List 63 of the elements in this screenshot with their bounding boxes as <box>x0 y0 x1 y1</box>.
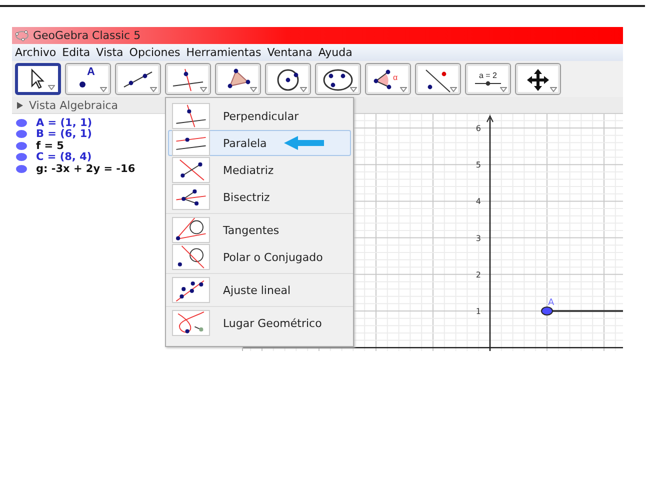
point-marker[interactable] <box>541 306 553 316</box>
pointer-arrow-icon <box>284 136 324 150</box>
menu-item[interactable]: Herramientas <box>186 46 262 59</box>
axis-tick-label: 4 <box>476 197 481 206</box>
tool-button[interactable] <box>315 63 361 95</box>
menu-item[interactable]: Edita <box>62 46 90 59</box>
caret-icon <box>200 87 207 92</box>
tool-button[interactable]: A <box>65 63 111 95</box>
angle-icon <box>373 68 393 90</box>
menu-item[interactable]: Ayuda <box>318 46 352 59</box>
tool-button[interactable] <box>115 63 161 95</box>
bisector-icon <box>172 157 210 183</box>
axis-tick-label: 1 <box>476 307 481 316</box>
tool-button[interactable]: α <box>365 63 411 95</box>
caret-icon <box>500 87 507 92</box>
visibility-dot[interactable] <box>16 164 27 173</box>
point-label: A <box>548 298 554 308</box>
caret-icon <box>48 85 55 90</box>
caret-icon <box>100 87 107 92</box>
algebra-entry[interactable]: B = (6, 1) <box>36 128 92 140</box>
caret-icon <box>250 87 257 92</box>
tool-button[interactable] <box>515 63 561 95</box>
caret-icon <box>450 87 457 92</box>
visibility-dot[interactable] <box>16 142 27 150</box>
point-caption: A <box>87 66 95 78</box>
algebra-entry[interactable]: f = 5 <box>36 140 64 152</box>
caret-icon <box>550 87 557 92</box>
tool-menu-item[interactable]: Paralela <box>168 130 351 156</box>
locus-curve-icon <box>172 310 210 336</box>
tool-button[interactable] <box>15 63 61 95</box>
axis-tick-label: 3 <box>476 234 481 243</box>
menu-item[interactable]: Archivo <box>15 46 56 59</box>
angle-bisector-icon <box>172 184 210 210</box>
visibility-dot[interactable] <box>16 130 27 138</box>
menu-item[interactable]: Vista <box>96 46 124 59</box>
axis-tick-label: 2 <box>476 270 481 280</box>
algebra-entry[interactable]: C = (8, 4) <box>36 151 92 164</box>
tool-button[interactable] <box>415 63 461 95</box>
caret-icon <box>400 87 407 92</box>
axis-tick-label: 5 <box>476 160 481 170</box>
menu-item[interactable]: Opciones <box>129 46 180 59</box>
caret-icon <box>150 87 157 92</box>
menu-item[interactable]: Ventana <box>267 46 312 59</box>
algebra-entry[interactable]: A = (1, 1) <box>36 116 92 129</box>
axis-tick-label: 6 <box>476 124 481 133</box>
parallel-lines-icon <box>172 130 210 156</box>
tool-button[interactable]: a = 2 <box>465 63 511 95</box>
window-title: GeoGebra Classic 5 <box>33 29 141 42</box>
visibility-dot[interactable] <box>16 118 27 127</box>
app-logo-icon <box>15 30 29 41</box>
tool-button[interactable] <box>165 63 211 95</box>
panel-title: Vista Algebraica <box>29 98 118 112</box>
tool-button[interactable] <box>265 63 311 95</box>
caret-icon <box>350 87 357 92</box>
point-icon <box>78 80 86 88</box>
tool-button[interactable] <box>215 63 261 95</box>
slider-icon <box>473 80 503 87</box>
visibility-dot[interactable] <box>16 153 27 162</box>
angle-caption: α <box>393 73 398 82</box>
expand-triangle-icon[interactable] <box>17 102 23 108</box>
slider-caption: a = 2 <box>478 71 497 80</box>
algebra-entry[interactable]: g: -3x + 2y = -16 <box>36 162 136 175</box>
caret-icon <box>300 87 307 92</box>
